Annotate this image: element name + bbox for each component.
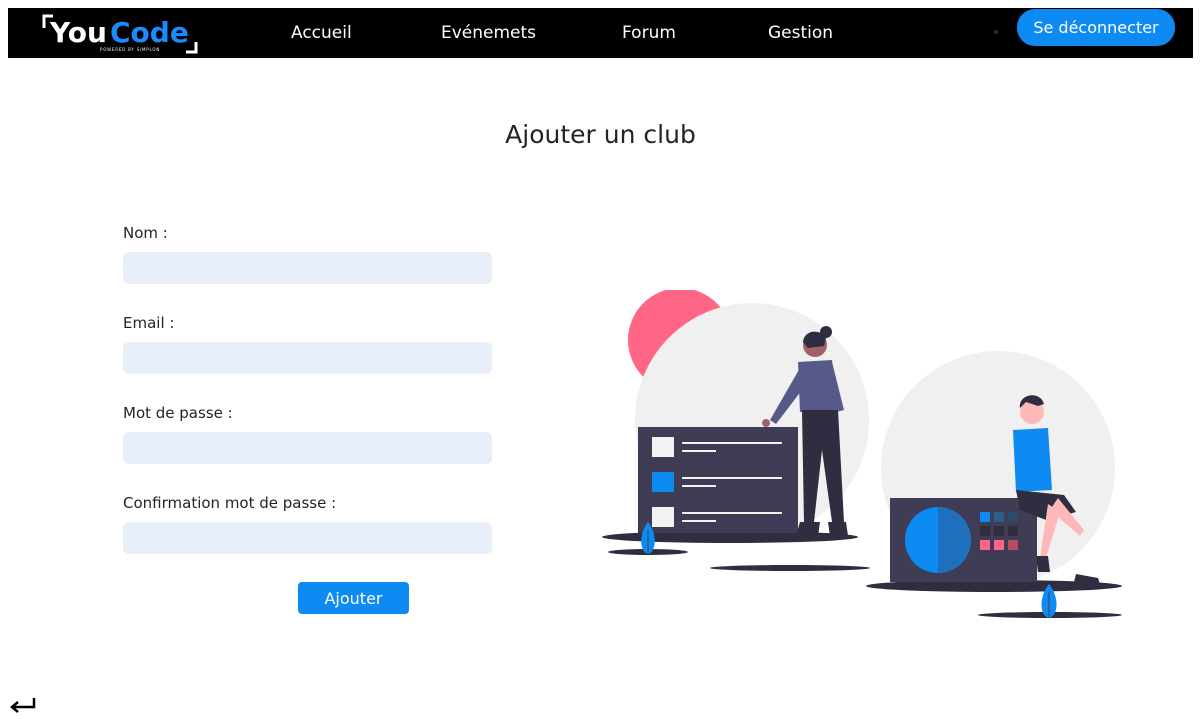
nav-indicator-dot <box>994 30 998 34</box>
top-navbar: You Code POWERED BY SIMPLON Accueil Evén… <box>8 8 1193 58</box>
password-input[interactable] <box>123 432 492 464</box>
team-illustration <box>602 290 1122 618</box>
svg-text:You: You <box>49 16 107 49</box>
page-title: Ajouter un club <box>505 120 696 149</box>
youcode-logo[interactable]: You Code POWERED BY SIMPLON <box>36 10 216 56</box>
email-input[interactable] <box>123 342 492 374</box>
nav-link-gestion[interactable]: Gestion <box>768 23 833 43</box>
nav-link-evenements[interactable]: Evénemets <box>441 23 536 43</box>
logout-button[interactable]: Se déconnecter <box>1017 9 1175 46</box>
name-label: Nom : <box>123 224 168 242</box>
confirm-password-label: Confirmation mot de passe : <box>123 494 337 512</box>
nav-link-forum[interactable]: Forum <box>622 23 676 43</box>
email-label: Email : <box>123 314 175 332</box>
name-input[interactable] <box>123 252 492 284</box>
return-arrow-icon[interactable] <box>8 694 38 716</box>
svg-text:Code: Code <box>110 16 189 49</box>
confirm-password-input[interactable] <box>123 522 492 554</box>
password-label: Mot de passe : <box>123 404 233 422</box>
nav-link-accueil[interactable]: Accueil <box>291 23 352 43</box>
svg-text:POWERED BY SIMPLON: POWERED BY SIMPLON <box>100 47 160 52</box>
add-button[interactable]: Ajouter <box>298 582 409 614</box>
